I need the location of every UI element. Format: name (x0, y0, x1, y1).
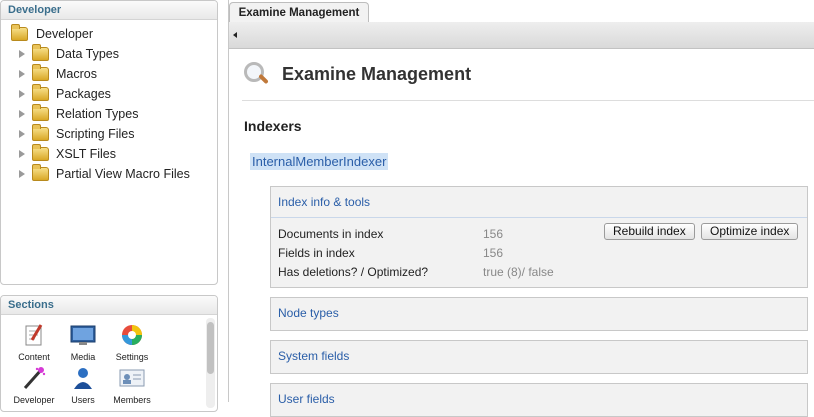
section-label: Members (113, 395, 151, 405)
settings-icon (122, 325, 142, 345)
tree-item-partial-view-macro-files[interactable]: Partial View Macro Files (19, 164, 190, 181)
expand-arrow-icon[interactable] (19, 150, 25, 158)
magnifier-icon (242, 60, 270, 88)
expand-arrow-icon[interactable] (19, 130, 25, 138)
index-info-box: Index info & tools Documents in index 15… (270, 186, 808, 288)
system-fields-box: System fields (270, 340, 808, 374)
developer-icon (23, 367, 46, 389)
tree-item-label: Macros (56, 67, 97, 81)
main-area: Examine Management Examine Management In… (228, 0, 814, 417)
expand-arrow-icon[interactable] (19, 170, 25, 178)
indexer-link[interactable]: InternalMemberIndexer (250, 153, 389, 170)
folder-icon (32, 84, 49, 101)
tree-item-packages[interactable]: Packages (19, 84, 111, 101)
page-title: Examine Management (282, 63, 472, 84)
collapse-arrow-icon[interactable] (233, 32, 237, 38)
info-value-fields: 156 (483, 246, 504, 260)
section-developer[interactable]: Developer (7, 366, 61, 405)
tree-item-label: Partial View Macro Files (56, 167, 190, 181)
developer-tree-panel: Developer Developer Data Types Macros Pa… (0, 0, 218, 285)
sections-panel: Sections Content Media Settings Develope… (0, 295, 218, 412)
tree-panel-header: Developer (1, 1, 217, 20)
expand-arrow-icon[interactable] (19, 110, 25, 118)
section-label: Content (18, 352, 50, 362)
folder-icon (32, 64, 49, 81)
info-label-documents: Documents in index (278, 227, 384, 241)
media-icon (70, 325, 96, 345)
sections-scrollbar[interactable] (206, 318, 215, 408)
users-icon (74, 368, 92, 389)
tree-root-label: Developer (36, 27, 93, 41)
indexers-heading: Indexers (244, 118, 302, 134)
info-value-deletions: true (8)/ false (483, 265, 554, 279)
node-types-box: Node types (270, 297, 808, 331)
content-icon (25, 324, 43, 346)
info-label-fields: Fields in index (278, 246, 355, 260)
section-settings[interactable]: Settings (105, 323, 159, 362)
system-fields-toggle[interactable]: System fields (271, 341, 807, 371)
tree-item-xslt-files[interactable]: XSLT Files (19, 144, 116, 161)
section-members[interactable]: Members (105, 366, 159, 405)
tree-item-macros[interactable]: Macros (19, 64, 97, 81)
user-fields-box: User fields (270, 383, 808, 417)
divider (242, 100, 814, 101)
folder-icon (32, 164, 49, 181)
section-label: Settings (115, 352, 149, 362)
section-users[interactable]: Users (56, 366, 110, 405)
members-icon (119, 369, 145, 387)
tree-item-relation-types[interactable]: Relation Types (19, 104, 139, 121)
info-value-documents: 156 (483, 227, 504, 241)
node-types-toggle[interactable]: Node types (271, 298, 807, 328)
tree-item-label: XSLT Files (56, 147, 116, 161)
tree-item-label: Relation Types (56, 107, 139, 121)
tree-item-data-types[interactable]: Data Types (19, 44, 120, 61)
expand-arrow-icon[interactable] (19, 90, 25, 98)
optimize-index-button[interactable]: Optimize index (701, 223, 799, 240)
tab-examine-management[interactable]: Examine Management (229, 2, 369, 23)
expand-arrow-icon[interactable] (19, 70, 25, 78)
scrollbar-thumb[interactable] (207, 322, 214, 374)
index-info-toggle[interactable]: Index info & tools (271, 187, 807, 218)
left-column: Developer Developer Data Types Macros Pa… (0, 0, 220, 412)
section-media[interactable]: Media (56, 323, 110, 362)
tree-item-scripting-files[interactable]: Scripting Files (19, 124, 135, 141)
tree-item-label: Packages (56, 87, 111, 101)
folder-icon (32, 104, 49, 121)
folder-icon (32, 44, 49, 61)
info-label-deletions: Has deletions? / Optimized? (278, 265, 429, 279)
section-label: Users (71, 395, 95, 405)
folder-icon (32, 144, 49, 161)
section-content[interactable]: Content (7, 323, 61, 362)
folder-icon (32, 124, 49, 141)
page-header: Examine Management (242, 60, 471, 88)
tab-bar: Examine Management (229, 0, 814, 23)
tree-item-label: Scripting Files (56, 127, 135, 141)
section-label: Media (70, 352, 96, 362)
section-label: Developer (13, 395, 55, 405)
user-fields-toggle[interactable]: User fields (271, 384, 807, 414)
toolbar (229, 22, 814, 49)
folder-icon (11, 24, 28, 41)
rebuild-index-button[interactable]: Rebuild index (604, 223, 695, 240)
tree-item-label: Data Types (56, 47, 120, 61)
tree-root-developer[interactable]: Developer (11, 24, 93, 41)
sections-panel-header: Sections (1, 296, 217, 315)
expand-arrow-icon[interactable] (19, 50, 25, 58)
